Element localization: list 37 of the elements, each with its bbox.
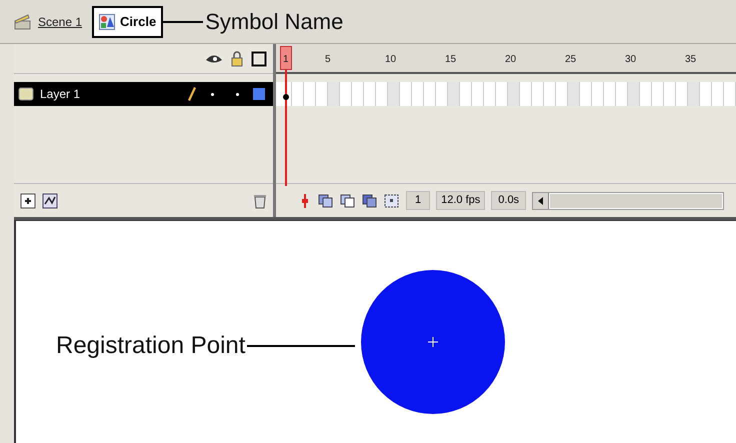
callout-label: Symbol Name (205, 8, 344, 36)
trash-icon[interactable] (253, 192, 267, 208)
scroll-left-icon[interactable] (538, 196, 544, 204)
frame-rate: 12.0 fps (436, 191, 486, 210)
ruler-number: 30 (625, 53, 636, 67)
ruler-number: 15 (445, 53, 456, 67)
leader-line (163, 20, 204, 22)
outline-icon[interactable] (251, 50, 267, 66)
clapperboard-icon (14, 14, 32, 30)
scene-link[interactable]: Scene 1 (14, 12, 82, 30)
pencil-icon (187, 86, 197, 102)
add-guide-layer-icon[interactable] (42, 192, 58, 208)
lock-icon[interactable] (231, 50, 243, 66)
layer-name: Layer 1 (40, 86, 82, 103)
current-frame: 1 (406, 191, 430, 210)
ruler-number: 20 (505, 53, 516, 67)
ruler-number: 1 (283, 53, 289, 67)
ruler-number: 5 (325, 53, 331, 67)
onion-markers-icon[interactable] (384, 194, 400, 208)
callout-label: Registration Point (56, 331, 246, 361)
registration-point-icon (428, 337, 438, 347)
ruler-number: 25 (565, 53, 576, 67)
ruler-number: 35 (685, 53, 696, 67)
layer-icon (18, 87, 34, 101)
symbol-tab[interactable]: Circle (92, 6, 164, 38)
elapsed-time: 0.0s (491, 191, 526, 210)
add-layer-icon[interactable] (20, 192, 36, 208)
eye-icon[interactable] (205, 52, 223, 64)
playhead-marker[interactable] (280, 46, 292, 70)
outline-color-swatch[interactable] (253, 88, 265, 100)
symbol-icon (99, 14, 116, 30)
ruler-number: 10 (385, 53, 396, 67)
onion-skin-icon[interactable] (318, 194, 334, 208)
edit-multiple-frames-icon[interactable] (362, 194, 378, 208)
layer-row[interactable]: Layer 1 (14, 82, 273, 106)
horizontal-scrollbar[interactable] (532, 192, 724, 210)
onion-outline-icon[interactable] (340, 194, 356, 208)
